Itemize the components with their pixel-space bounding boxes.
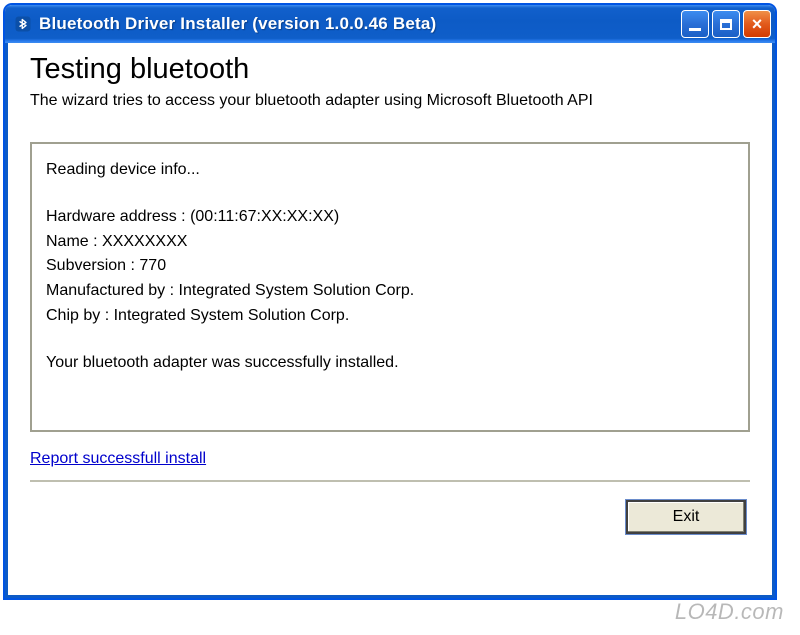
device-info-box: Reading device info... Hardware address …: [30, 142, 750, 432]
chip-value: Integrated System Solution Corp.: [114, 307, 350, 324]
bluetooth-icon: [13, 14, 33, 34]
header-section: Testing bluetooth The wizard tries to ac…: [8, 43, 772, 118]
result-line: Your bluetooth adapter was successfully …: [46, 351, 734, 376]
device-name: Name : XXXXXXXX: [46, 230, 734, 255]
manufacturer: Manufactured by : Integrated System Solu…: [46, 279, 734, 304]
hardware-address-label: Hardware address :: [46, 208, 186, 225]
link-row: Report successfull install: [30, 450, 750, 468]
subversion-value: 770: [139, 257, 166, 274]
divider: [30, 480, 750, 482]
client-area: Testing bluetooth The wizard tries to ac…: [5, 43, 775, 598]
hardware-address: Hardware address : (00:11:67:XX:XX:XX): [46, 205, 734, 230]
installer-window: Bluetooth Driver Installer (version 1.0.…: [4, 4, 776, 599]
exit-button[interactable]: Exit: [626, 500, 746, 534]
button-row: Exit: [8, 486, 772, 548]
report-link[interactable]: Report successfull install: [30, 450, 206, 467]
device-name-value: XXXXXXXX: [102, 233, 187, 250]
manufacturer-label: Manufactured by :: [46, 282, 174, 299]
status-line: Reading device info...: [46, 158, 734, 183]
maximize-button[interactable]: [712, 10, 740, 38]
subversion: Subversion : 770: [46, 254, 734, 279]
hardware-address-value: (00:11:67:XX:XX:XX): [190, 208, 339, 225]
window-controls: ×: [681, 10, 771, 38]
page-subtitle: The wizard tries to access your bluetoot…: [30, 92, 750, 110]
watermark: LO4D.com: [675, 599, 784, 625]
device-name-label: Name :: [46, 233, 98, 250]
minimize-button[interactable]: [681, 10, 709, 38]
manufacturer-value: Integrated System Solution Corp.: [179, 282, 415, 299]
close-button[interactable]: ×: [743, 10, 771, 38]
page-title: Testing bluetooth: [30, 53, 750, 86]
titlebar[interactable]: Bluetooth Driver Installer (version 1.0.…: [5, 5, 775, 43]
window-title: Bluetooth Driver Installer (version 1.0.…: [39, 14, 681, 34]
subversion-label: Subversion :: [46, 257, 135, 274]
chip: Chip by : Integrated System Solution Cor…: [46, 304, 734, 329]
chip-label: Chip by :: [46, 307, 109, 324]
content-section: Reading device info... Hardware address …: [8, 118, 772, 486]
